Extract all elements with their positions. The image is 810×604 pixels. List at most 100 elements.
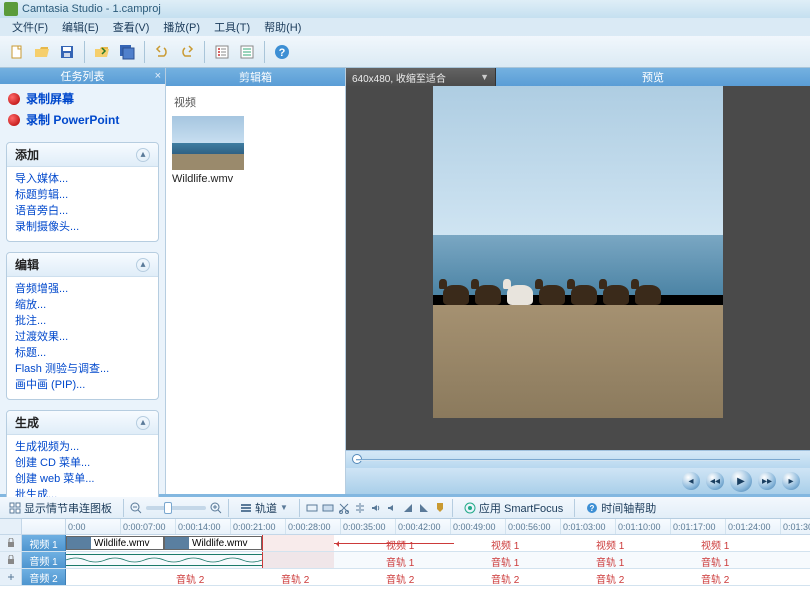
- zoom-in-icon[interactable]: [210, 502, 222, 514]
- edit-item[interactable]: Flash 测验与调查...: [15, 361, 150, 377]
- tracks-button[interactable]: 轨道 ▼: [235, 499, 293, 517]
- smartfocus-button[interactable]: 应用 SmartFocus: [459, 499, 568, 517]
- edit-item[interactable]: 标题...: [15, 345, 150, 361]
- preview-stage[interactable]: [346, 86, 810, 450]
- edit-item[interactable]: 音频增强...: [15, 281, 150, 297]
- produce-item[interactable]: 创建 CD 菜单...: [15, 455, 150, 471]
- cut-icon[interactable]: [338, 502, 350, 514]
- save-button[interactable]: [56, 41, 78, 63]
- timeline-help-button[interactable]: ? 时间轴帮助: [581, 499, 661, 517]
- add-card-header[interactable]: 添加 ▴: [7, 143, 158, 167]
- audio-waveform[interactable]: [66, 554, 262, 566]
- produce-item[interactable]: 创建 web 菜单...: [15, 471, 150, 487]
- menu-help[interactable]: 帮助(H): [258, 18, 307, 36]
- zoom-slider[interactable]: [146, 506, 206, 510]
- timeline-ruler[interactable]: 0:00 0:00:07:00 0:00:14:00 0:00:21:00 0:…: [0, 519, 810, 535]
- next-frame-button[interactable]: ▸: [782, 472, 800, 490]
- play-button[interactable]: ▶: [730, 470, 752, 492]
- menu-edit[interactable]: 编辑(E): [56, 18, 105, 36]
- track-lane[interactable]: 音轨 1 音轨 1 音轨 1 音轨 1: [66, 552, 810, 568]
- fade-in-icon[interactable]: [402, 502, 414, 514]
- options-button[interactable]: [236, 41, 258, 63]
- edit-card: 编辑 ▴ 音频增强... 缩放... 批注... 过渡效果... 标题... F…: [6, 252, 159, 400]
- rewind-button[interactable]: ◂◂: [706, 472, 724, 490]
- record-screen-button[interactable]: 录制屏幕: [8, 90, 157, 107]
- clip-bin-list[interactable]: 视频 Wildlife.wmv: [166, 86, 345, 494]
- clip-item[interactable]: Wildlife.wmv: [172, 116, 244, 185]
- split-icon[interactable]: [354, 502, 366, 514]
- import-button[interactable]: [91, 41, 113, 63]
- track-lock[interactable]: [0, 552, 22, 568]
- preview-scrubber[interactable]: [346, 450, 810, 468]
- menu-tools[interactable]: 工具(T): [208, 18, 256, 36]
- storyboard-view-button[interactable]: 显示情节串连图板: [4, 499, 117, 517]
- track-label[interactable]: 视频 1: [22, 535, 66, 551]
- volume-up-icon[interactable]: [370, 502, 382, 514]
- track-label[interactable]: 音频 1: [22, 552, 66, 568]
- scrub-track[interactable]: [356, 459, 800, 461]
- ruler-lead: [0, 519, 22, 534]
- properties-button[interactable]: [211, 41, 233, 63]
- edit-item[interactable]: 批注...: [15, 313, 150, 329]
- task-panel-close-icon[interactable]: ×: [155, 70, 161, 82]
- new-button[interactable]: [6, 41, 28, 63]
- chevron-up-icon[interactable]: ▴: [136, 416, 150, 430]
- undo-button[interactable]: [151, 41, 173, 63]
- edit-item[interactable]: 缩放...: [15, 297, 150, 313]
- menu-play[interactable]: 播放(P): [157, 18, 206, 36]
- zoom-out-icon[interactable]: [130, 502, 142, 514]
- clip-thumbnail: [172, 116, 244, 170]
- clip-thumb: [165, 537, 189, 549]
- track-lane[interactable]: Wildlife.wmv Wildlife.wmv 视频 1 视频 1 视频 1…: [66, 535, 810, 551]
- forward-button[interactable]: ▸▸: [758, 472, 776, 490]
- add-item[interactable]: 录制摄像头...: [15, 219, 150, 235]
- timeline-clip[interactable]: Wildlife.wmv: [164, 536, 262, 550]
- toolbar-separator: [574, 499, 575, 517]
- edit-item[interactable]: 画中画 (PIP)...: [15, 377, 150, 393]
- timecode: 0:01:17:00: [671, 519, 726, 534]
- track-lock[interactable]: [0, 535, 22, 551]
- track-lane[interactable]: 音轨 2 音轨 2 音轨 2 音轨 2 音轨 2 音轨 2: [66, 569, 810, 585]
- help-button[interactable]: ?: [271, 41, 293, 63]
- menu-view[interactable]: 查看(V): [107, 18, 156, 36]
- preview-dimension-selector[interactable]: 640x480, 收缩至适合 ▼: [346, 68, 496, 86]
- volume-down-icon[interactable]: [386, 502, 398, 514]
- horse-graphic: [635, 285, 661, 305]
- add-item[interactable]: 导入媒体...: [15, 171, 150, 187]
- edit-card-header[interactable]: 编辑 ▴: [7, 253, 158, 277]
- ghost-label: 音轨 2: [386, 571, 414, 586]
- produce-card-header[interactable]: 生成 ▴: [7, 411, 158, 435]
- timeline-clip[interactable]: Wildlife.wmv: [66, 536, 164, 550]
- edit-item[interactable]: 过渡效果...: [15, 329, 150, 345]
- produce-item[interactable]: 生成视频为...: [15, 439, 150, 455]
- chevron-up-icon[interactable]: ▴: [136, 258, 150, 272]
- fade-out-icon[interactable]: [418, 502, 430, 514]
- produce-card-title: 生成: [15, 414, 39, 431]
- ghost-label: 视频 1: [596, 537, 624, 552]
- menu-file[interactable]: 文件(F): [6, 18, 54, 36]
- preview-header: 640x480, 收缩至适合 ▼ 预览: [346, 68, 810, 86]
- zoom-selection-icon[interactable]: [322, 502, 334, 514]
- save-all-button[interactable]: [116, 41, 138, 63]
- timecode: 0:00:14:00: [176, 519, 231, 534]
- track-eye[interactable]: [0, 569, 22, 585]
- prev-frame-button[interactable]: ◂: [682, 472, 700, 490]
- add-item[interactable]: 语音旁白...: [15, 203, 150, 219]
- horse-graphic: [475, 285, 501, 305]
- track-label[interactable]: 音频 2: [22, 569, 66, 585]
- record-ppt-button[interactable]: 录制 PowerPoint: [8, 111, 157, 128]
- toolbar-separator: [228, 499, 229, 517]
- chevron-up-icon[interactable]: ▴: [136, 148, 150, 162]
- redo-button[interactable]: [176, 41, 198, 63]
- record-icon: [8, 93, 20, 105]
- toolbar-separator: [144, 41, 145, 63]
- add-item[interactable]: 标题剪辑...: [15, 187, 150, 203]
- record-icon: [8, 114, 20, 126]
- slider-knob[interactable]: [164, 502, 172, 514]
- task-panel: 任务列表 × 录制屏幕 录制 PowerPoint 添加 ▴ 导入媒体...: [0, 68, 166, 494]
- zoom-fit-icon[interactable]: [306, 502, 318, 514]
- marker-icon[interactable]: [434, 502, 446, 514]
- open-button[interactable]: [31, 41, 53, 63]
- tracks-icon: [240, 502, 252, 514]
- storyboard-label: 显示情节串连图板: [24, 500, 112, 516]
